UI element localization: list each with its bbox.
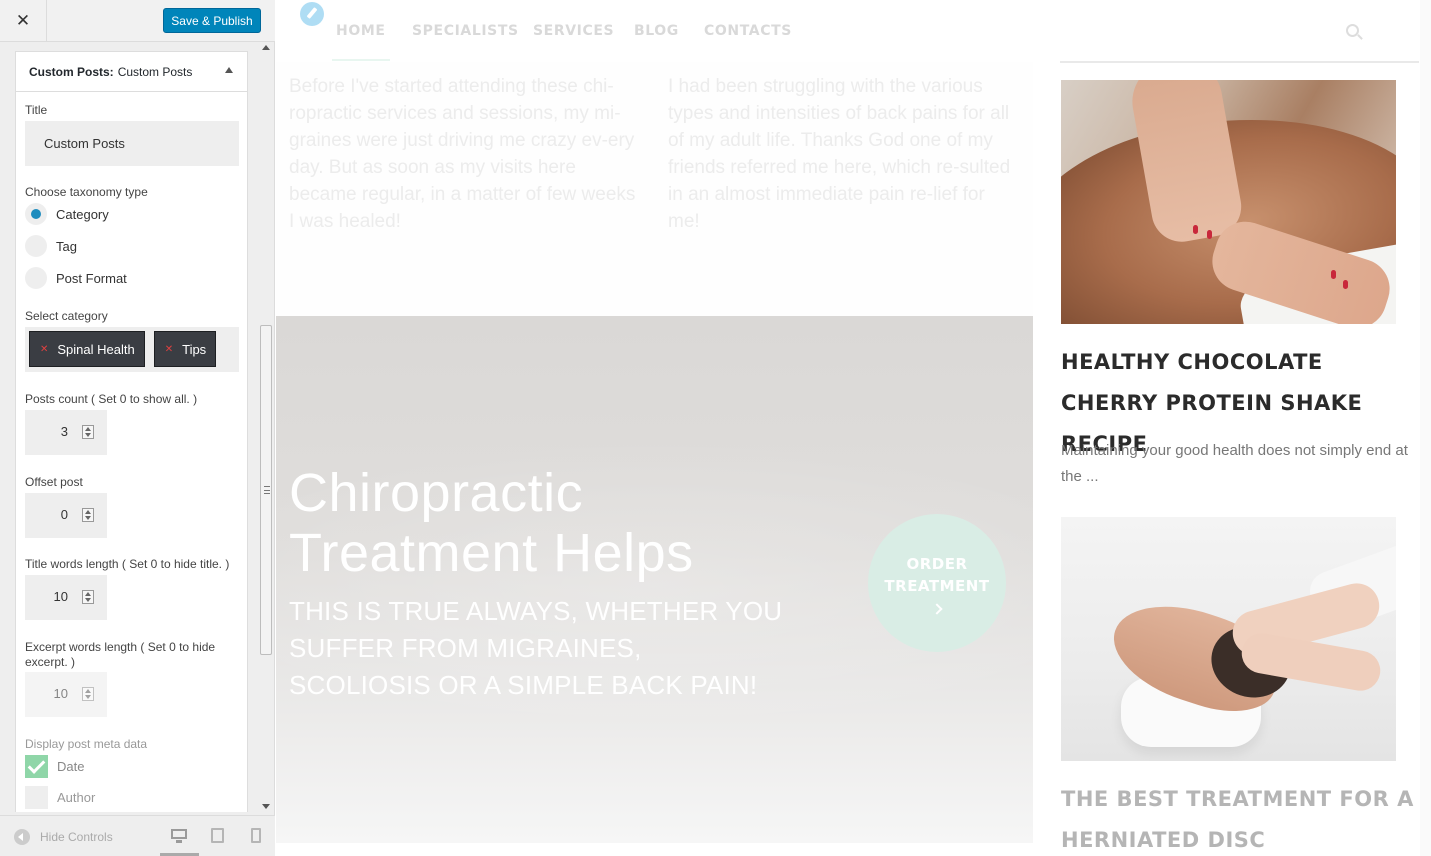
tag-chip-tips[interactable]: ✕ Tips: [153, 331, 217, 367]
tag-label: Spinal Health: [57, 341, 135, 357]
stepper-value: 10: [53, 589, 68, 604]
meta-label: Display post meta data: [25, 737, 148, 751]
nav-active-indicator: [332, 59, 390, 61]
radio-button[interactable]: [25, 235, 47, 257]
offset-stepper[interactable]: 0: [25, 493, 107, 538]
stepper-value: 10: [53, 686, 68, 701]
category-label: Select category: [25, 309, 108, 323]
checkbox[interactable]: [25, 755, 48, 778]
posts-count-label: Posts count ( Set 0 to show all. ): [25, 392, 198, 406]
checkbox-author[interactable]: Author: [25, 786, 95, 809]
radio-post-format[interactable]: Post Format: [25, 267, 127, 289]
spinner-icon[interactable]: [82, 687, 94, 701]
offset-label: Offset post: [25, 475, 83, 489]
testimonial-text: I had been struggling with the various t…: [668, 76, 1011, 232]
cta-label-line1: ORDER: [906, 555, 968, 573]
nav-services[interactable]: SERVICES: [533, 23, 614, 39]
excerpt-words-stepper[interactable]: 10: [25, 672, 107, 717]
title-words-label: Title words length ( Set 0 to hide title…: [25, 557, 230, 571]
grip-icon: [264, 486, 270, 494]
search-icon[interactable]: [1346, 24, 1359, 37]
site-preview: Before I've started attending these chi-…: [276, 0, 1431, 856]
title-input[interactable]: Custom Posts: [25, 121, 239, 166]
nav-specialists[interactable]: SPECIALISTS: [412, 23, 519, 39]
mobile-preview-icon[interactable]: [250, 828, 266, 844]
nav-blog[interactable]: BLOG: [634, 23, 679, 39]
post-image-back-massage[interactable]: [1061, 80, 1396, 324]
remove-icon[interactable]: ✕: [40, 344, 48, 355]
edit-shortcut-icon[interactable]: [300, 2, 324, 26]
customizer-footer: Hide Controls: [0, 815, 275, 856]
hide-controls-button[interactable]: Hide Controls: [14, 829, 113, 845]
hide-controls-label: Hide Controls: [40, 830, 113, 844]
radio-label: Tag: [56, 238, 77, 254]
section-header[interactable]: Custom Posts: Custom Posts: [16, 52, 247, 92]
panel-scrollbar[interactable]: [259, 42, 273, 812]
desktop-preview-icon[interactable]: [171, 828, 187, 844]
customizer-header: ✕ Save & Publish: [0, 0, 275, 42]
title-words-stepper[interactable]: 10: [25, 575, 107, 620]
site-navbar: HOME SPECIALISTS SERVICES BLOG CONTACTS: [276, 0, 1420, 63]
order-treatment-button[interactable]: ORDER TREATMENT: [868, 514, 1006, 652]
checkbox-date[interactable]: Date: [25, 755, 84, 778]
chevron-right-icon: [931, 603, 943, 615]
controls-scroll-area: Custom Posts: Custom Posts Title Custom …: [0, 42, 275, 812]
tag-chip-spinal-health[interactable]: ✕ Spinal Health: [29, 331, 145, 367]
radio-category[interactable]: Category: [25, 203, 109, 225]
hero-subtitle: THIS IS TRUE ALWAYS, WHETHER YOU SUFFER …: [289, 596, 783, 700]
hero-title: Chiropractic Treatment Helps: [289, 463, 694, 583]
category-select[interactable]: ✕ Spinal Health ✕ Tips: [25, 327, 239, 372]
nav-contacts[interactable]: CONTACTS: [704, 23, 792, 39]
stepper-value: 3: [60, 424, 68, 439]
spinner-icon[interactable]: [82, 508, 94, 522]
posts-count-stepper[interactable]: 3: [25, 410, 107, 455]
tablet-preview-icon[interactable]: [210, 828, 226, 844]
tag-label: Tips: [182, 341, 207, 357]
remove-icon[interactable]: ✕: [165, 344, 173, 355]
spinner-icon[interactable]: [82, 425, 94, 439]
taxonomy-label: Choose taxonomy type: [25, 185, 148, 199]
scrollbar-thumb[interactable]: [260, 325, 272, 655]
scroll-up-icon[interactable]: [262, 45, 270, 50]
radio-button[interactable]: [25, 267, 47, 289]
customizer-panel: ✕ Save & Publish Custom Posts: Custom Po…: [0, 0, 275, 856]
collapse-arrow-icon: [14, 829, 30, 845]
testimonial-text: Before I've started attending these chi-…: [289, 76, 636, 232]
checkbox-label: Date: [57, 759, 85, 774]
cta-label-line2: TREATMENT: [884, 577, 990, 595]
radio-button[interactable]: [25, 203, 47, 225]
section-prefix: Custom Posts:: [29, 64, 114, 79]
post-image-head-massage[interactable]: [1061, 517, 1396, 761]
hero-banner: Chiropractic Treatment Helps THIS IS TRU…: [276, 316, 1033, 843]
radio-label: Post Format: [56, 270, 127, 286]
title-label: Title: [25, 103, 48, 117]
preview-scrollbar[interactable]: [1420, 0, 1431, 856]
section-title: Custom Posts: [117, 64, 193, 79]
close-icon[interactable]: ✕: [0, 0, 47, 42]
post-excerpt: Maintaining your good health does not si…: [1061, 442, 1408, 485]
spinner-icon[interactable]: [82, 590, 94, 604]
excerpt-words-label: Excerpt words length ( Set 0 to hide exc…: [25, 640, 216, 669]
radio-tag[interactable]: Tag: [25, 235, 77, 257]
radio-label: Category: [56, 206, 109, 222]
checkbox[interactable]: [25, 786, 48, 809]
post-title[interactable]: THE BEST TREATMENT FOR A HERNIATED DISC: [1061, 779, 1421, 856]
scroll-down-icon[interactable]: [262, 804, 270, 809]
custom-posts-section: Custom Posts: Custom Posts Title Custom …: [15, 51, 248, 812]
collapse-arrow-icon[interactable]: [225, 67, 233, 73]
nav-home[interactable]: HOME: [336, 23, 386, 39]
divider: [1060, 61, 1419, 63]
save-publish-button[interactable]: Save & Publish: [163, 8, 261, 33]
checkbox-label: Author: [57, 790, 96, 805]
stepper-value: 0: [60, 507, 68, 522]
